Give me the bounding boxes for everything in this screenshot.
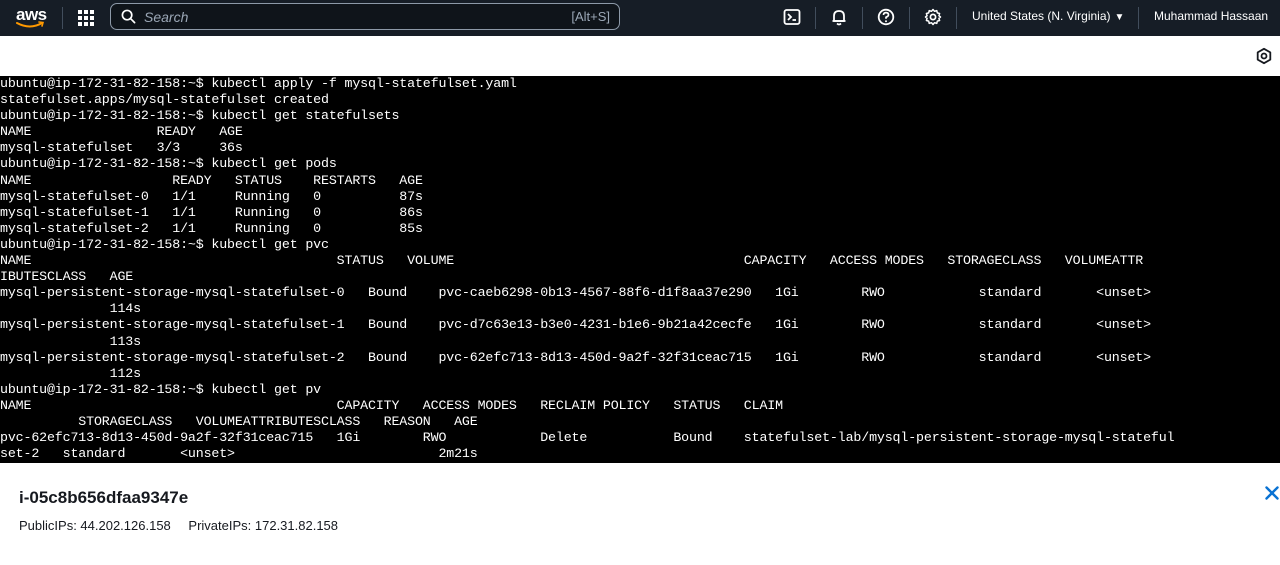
- terminal-line: ubuntu@ip-172-31-82-158:~$ kubectl get p…: [0, 156, 337, 172]
- close-icon[interactable]: [1264, 485, 1280, 501]
- terminal-line: NAME READY AGE: [0, 124, 243, 140]
- region-selector[interactable]: United States (N. Virginia) ▼: [972, 9, 1124, 23]
- nav-divider: [956, 7, 957, 29]
- settings-icon[interactable]: [1255, 47, 1273, 65]
- instance-id: i-05c8b656dfaa9347e: [19, 488, 189, 507]
- private-ips: PrivateIPs: 172.31.82.158: [188, 518, 339, 533]
- search-shortcut: [Alt+S]: [571, 9, 610, 24]
- search-input[interactable]: Search [Alt+S]: [110, 3, 620, 30]
- gear-icon[interactable]: [924, 8, 942, 26]
- user-name: Muhammad Hassaan: [1154, 9, 1269, 23]
- top-navigation-bar: aws Search [Alt+S] United States (N. Vir…: [0, 0, 1280, 36]
- terminal-line: NAME READY STATUS RESTARTS AGE: [0, 172, 423, 188]
- terminal-line: mysql-persistent-storage-mysql-statefuls…: [0, 317, 1151, 333]
- cloudshell-icon[interactable]: [783, 8, 801, 26]
- nav-divider: [62, 7, 63, 29]
- nav-divider: [909, 7, 910, 29]
- terminal-line: ubuntu@ip-172-31-82-158:~$ kubectl get p…: [0, 236, 329, 252]
- terminal-line: mysql-statefulset-0 1/1 Running 0 87s: [0, 188, 423, 204]
- terminal-line: mysql-persistent-storage-mysql-statefuls…: [0, 285, 1151, 301]
- terminal-line: 114s: [0, 301, 141, 317]
- terminal-line: mysql-statefulset-2 1/1 Running 0 85s: [0, 220, 423, 236]
- terminal-line: set-2 standard <unset> 2m21s: [0, 446, 478, 462]
- caret-down-icon: ▼: [1114, 12, 1125, 23]
- cloudshell-toolbar: [0, 36, 1280, 76]
- terminal-line: statefulset.apps/mysql-statefulset creat…: [0, 92, 329, 108]
- aws-logo[interactable]: aws: [14, 5, 48, 30]
- nav-divider: [815, 7, 816, 29]
- aws-smile-icon: [16, 21, 45, 28]
- terminal-line: IBUTESCLASS AGE: [0, 269, 134, 285]
- terminal-output[interactable]: ubuntu@ip-172-31-82-158:~$ kubectl apply…: [0, 76, 1280, 463]
- terminal-line: ubuntu@ip-172-31-82-158:~$ kubectl apply…: [0, 76, 517, 91]
- terminal-line: mysql-statefulset-1 1/1 Running 0 86s: [0, 204, 423, 220]
- help-icon[interactable]: [877, 8, 895, 26]
- terminal-line: ubuntu@ip-172-31-82-158:~$ kubectl get p…: [0, 381, 322, 397]
- search-placeholder: Search: [144, 9, 189, 25]
- terminal-line: STORAGECLASS VOLUMEATTRIBUTESCLASS REASO…: [0, 413, 478, 429]
- instance-info-panel: i-05c8b656dfaa9347e PublicIPs: 44.202.12…: [0, 463, 1280, 565]
- instance-ips: PublicIPs: 44.202.126.158 PrivateIPs: 17…: [19, 518, 352, 533]
- public-ips: PublicIPs: 44.202.126.158: [19, 518, 171, 533]
- search-icon: [121, 9, 136, 24]
- terminal-line: mysql-persistent-storage-mysql-statefuls…: [0, 349, 1151, 365]
- terminal-line: pvc-62efc713-8d13-450d-9a2f-32f31ceac715…: [0, 430, 1175, 446]
- terminal-line: NAME STATUS VOLUME CAPACITY ACCESS MODES…: [0, 253, 1144, 269]
- nav-divider: [1138, 7, 1139, 29]
- services-menu-icon[interactable]: [76, 8, 96, 28]
- terminal-line: ubuntu@ip-172-31-82-158:~$ kubectl get s…: [0, 108, 400, 124]
- terminal-line: mysql-statefulset 3/3 36s: [0, 140, 243, 156]
- terminal-line: 112s: [0, 365, 141, 381]
- account-menu[interactable]: Muhammad Hassaan: [1154, 9, 1268, 23]
- nav-divider: [862, 7, 863, 29]
- terminal-line: NAME CAPACITY ACCESS MODES RECLAIM POLIC…: [0, 397, 783, 413]
- bell-icon[interactable]: [830, 8, 848, 26]
- terminal-line: 113s: [0, 333, 141, 349]
- region-label: United States (N. Virginia): [972, 9, 1111, 23]
